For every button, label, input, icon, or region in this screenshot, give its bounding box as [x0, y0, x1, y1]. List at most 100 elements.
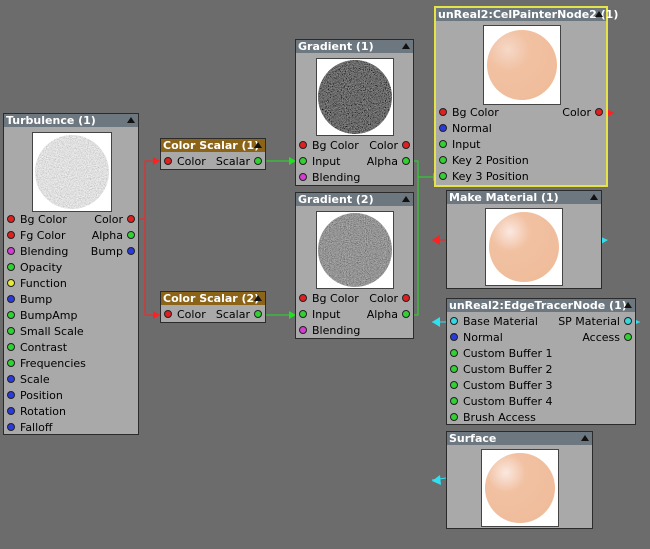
port-out-access[interactable]: Access — [582, 330, 632, 346]
port-base-material[interactable]: Base Material — [450, 314, 538, 330]
port-dot-icon[interactable] — [299, 294, 307, 302]
collapse-triangle-icon[interactable] — [402, 196, 410, 202]
port-dot-icon[interactable] — [127, 247, 135, 255]
port-out-color[interactable]: Color — [94, 212, 135, 228]
port-dot-icon[interactable] — [624, 317, 632, 325]
port-dot-icon[interactable] — [624, 333, 632, 341]
port-dot-icon[interactable] — [402, 310, 410, 318]
port-dot-icon[interactable] — [439, 108, 447, 116]
edgetracer-node[interactable]: unReal2:EdgeTracerNode (1) Base Material… — [446, 298, 636, 425]
color-scalar-1-node[interactable]: Color Scalar (1) Color Scalar — [160, 138, 266, 170]
port-dot-icon[interactable] — [7, 247, 15, 255]
port-dot-icon[interactable] — [7, 375, 15, 383]
port-dot-icon[interactable] — [7, 279, 15, 287]
collapse-triangle-icon[interactable] — [581, 435, 589, 441]
port-dot-icon[interactable] — [402, 157, 410, 165]
port-dot-icon[interactable] — [7, 359, 15, 367]
port-out-sp-material[interactable]: SP Material — [558, 314, 632, 330]
port-out-scalar[interactable]: Scalar — [216, 307, 262, 323]
port-custom-buffer-4[interactable]: Custom Buffer 4 — [450, 394, 553, 410]
port-position[interactable]: Position — [7, 388, 63, 404]
port-dot-icon[interactable] — [7, 263, 15, 271]
port-dot-icon[interactable] — [254, 157, 262, 165]
surface-node[interactable]: Surface — [446, 431, 593, 529]
port-color[interactable]: Color — [164, 154, 206, 170]
celpainter-node[interactable]: unReal2:CelPainterNode2 (1) Bg Color Nor… — [434, 6, 618, 187]
port-dot-icon[interactable] — [450, 333, 458, 341]
port-dot-icon[interactable] — [7, 311, 15, 319]
port-dot-icon[interactable] — [439, 172, 447, 180]
port-normal[interactable]: Normal — [439, 121, 492, 137]
color-scalar-2-header[interactable]: Color Scalar (2) — [161, 292, 265, 305]
port-out-scalar[interactable]: Scalar — [216, 154, 262, 170]
port-dot-icon[interactable] — [7, 231, 15, 239]
port-dot-icon[interactable] — [402, 294, 410, 302]
port-blending[interactable]: Blending — [7, 244, 68, 260]
port-function[interactable]: Function — [7, 276, 67, 292]
port-key-2-position[interactable]: Key 2 Position — [439, 153, 529, 169]
port-out-alpha[interactable]: Alpha — [92, 228, 135, 244]
port-brush-access[interactable]: Brush Access — [450, 410, 536, 426]
port-dot-icon[interactable] — [7, 295, 15, 303]
port-bg-color[interactable]: Bg Color — [7, 212, 67, 228]
port-dot-icon[interactable] — [450, 317, 458, 325]
port-out-color[interactable]: Color — [562, 105, 603, 121]
collapse-triangle-icon[interactable] — [254, 295, 262, 301]
gradient-2-node[interactable]: Gradient (2) Bg Color Input Blending Col… — [295, 192, 414, 339]
port-dot-icon[interactable] — [439, 140, 447, 148]
collapse-triangle-icon[interactable] — [590, 194, 598, 200]
port-dot-icon[interactable] — [595, 108, 603, 116]
collapse-triangle-icon[interactable] — [595, 11, 603, 17]
port-contrast[interactable]: Contrast — [7, 340, 67, 356]
port-bg-color[interactable]: Bg Color — [299, 138, 359, 154]
collapse-triangle-icon[interactable] — [254, 142, 262, 148]
port-color[interactable]: Color — [164, 307, 206, 323]
port-bump[interactable]: Bump — [7, 292, 52, 308]
port-dot-icon[interactable] — [439, 156, 447, 164]
port-dot-icon[interactable] — [450, 365, 458, 373]
make-material-header[interactable]: Make Material (1) — [447, 191, 601, 204]
port-dot-icon[interactable] — [7, 327, 15, 335]
port-dot-icon[interactable] — [7, 391, 15, 399]
port-dot-icon[interactable] — [439, 124, 447, 132]
port-out-color[interactable]: Color — [369, 138, 410, 154]
port-scale[interactable]: Scale — [7, 372, 50, 388]
make-material-node[interactable]: Make Material (1) — [446, 190, 602, 289]
port-key-3-position[interactable]: Key 3 Position — [439, 169, 529, 185]
port-dot-icon[interactable] — [299, 326, 307, 334]
port-bg-color[interactable]: Bg Color — [439, 105, 499, 121]
port-out-color[interactable]: Color — [369, 291, 410, 307]
port-input[interactable]: Input — [299, 154, 340, 170]
port-dot-icon[interactable] — [450, 349, 458, 357]
port-dot-icon[interactable] — [299, 141, 307, 149]
port-dot-icon[interactable] — [7, 343, 15, 351]
color-scalar-1-header[interactable]: Color Scalar (1) — [161, 139, 265, 152]
port-dot-icon[interactable] — [7, 423, 15, 431]
port-bg-color[interactable]: Bg Color — [299, 291, 359, 307]
gradient-1-header[interactable]: Gradient (1) — [296, 40, 413, 53]
turbulence-node-header[interactable]: Turbulence (1) — [4, 114, 138, 127]
port-dot-icon[interactable] — [299, 310, 307, 318]
port-dot-icon[interactable] — [402, 141, 410, 149]
port-custom-buffer-2[interactable]: Custom Buffer 2 — [450, 362, 553, 378]
port-dot-icon[interactable] — [299, 157, 307, 165]
edgetracer-header[interactable]: unReal2:EdgeTracerNode (1) — [447, 299, 635, 312]
port-frequencies[interactable]: Frequencies — [7, 356, 86, 372]
collapse-triangle-icon[interactable] — [624, 302, 632, 308]
gradient-2-header[interactable]: Gradient (2) — [296, 193, 413, 206]
port-out-alpha[interactable]: Alpha — [367, 154, 410, 170]
port-dot-icon[interactable] — [254, 310, 262, 318]
port-small-scale[interactable]: Small Scale — [7, 324, 84, 340]
port-input[interactable]: Input — [439, 137, 480, 153]
port-dot-icon[interactable] — [127, 231, 135, 239]
port-custom-buffer-3[interactable]: Custom Buffer 3 — [450, 378, 553, 394]
port-falloff[interactable]: Falloff — [7, 420, 52, 436]
port-bumpamp[interactable]: BumpAmp — [7, 308, 77, 324]
color-scalar-2-node[interactable]: Color Scalar (2) Color Scalar — [160, 291, 266, 323]
port-rotation[interactable]: Rotation — [7, 404, 66, 420]
port-dot-icon[interactable] — [164, 310, 172, 318]
turbulence-node[interactable]: Turbulence (1) Bg Color Fg Color Blendin… — [3, 113, 139, 435]
port-blending[interactable]: Blending — [299, 170, 360, 186]
port-dot-icon[interactable] — [164, 157, 172, 165]
port-dot-icon[interactable] — [450, 381, 458, 389]
